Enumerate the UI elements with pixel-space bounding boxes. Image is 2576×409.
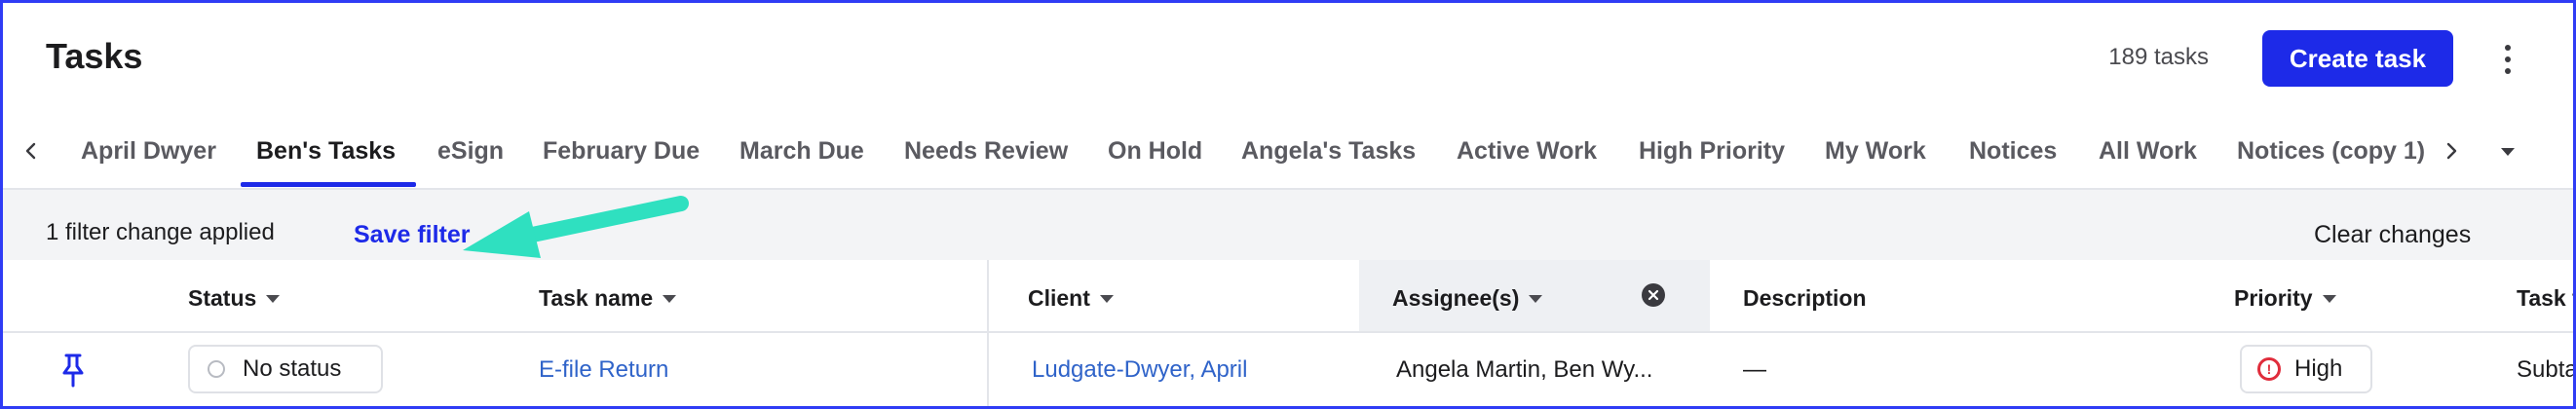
column-task-name[interactable]: Task name xyxy=(539,285,677,312)
table-row[interactable]: No status E-file Return Ludgate-Dwyer, A… xyxy=(3,333,2573,406)
status-dropdown[interactable]: No status xyxy=(188,345,383,393)
tab-april-dwyer[interactable]: April Dwyer xyxy=(81,137,216,166)
task-name-link[interactable]: E-file Return xyxy=(539,356,668,384)
caret-down-icon xyxy=(1529,294,1543,303)
tab-notices[interactable]: Notices xyxy=(1969,137,2057,166)
caret-down-icon xyxy=(1099,294,1114,303)
column-task-type-label: Task t xyxy=(2517,285,2576,311)
priority-value: High xyxy=(2294,355,2343,382)
column-client[interactable]: Client xyxy=(1028,285,1114,312)
caret-down-icon xyxy=(663,294,677,303)
save-filter-button[interactable]: Save filter xyxy=(354,221,471,249)
caret-down-icon xyxy=(266,294,281,303)
column-status[interactable]: Status xyxy=(188,285,281,312)
tab-my-work[interactable]: My Work xyxy=(1825,137,1926,166)
tab-active-work[interactable]: Active Work xyxy=(1457,137,1597,166)
column-task-type[interactable]: Task t xyxy=(2517,285,2576,312)
app-frame: Tasks 189 tasks Create task April Dwyer … xyxy=(0,0,2576,409)
chevron-left-icon[interactable] xyxy=(15,131,48,170)
table-header: Status Task name Client Assignee(s) Desc… xyxy=(3,260,2576,333)
more-options-icon[interactable] xyxy=(2493,38,2522,81)
tab-february-due[interactable]: February Due xyxy=(543,137,700,166)
status-circle-icon xyxy=(208,360,225,378)
page-title: Tasks xyxy=(46,36,143,76)
pin-icon[interactable] xyxy=(59,353,87,388)
caret-down-icon xyxy=(2322,294,2336,303)
column-priority-label: Priority xyxy=(2234,285,2313,311)
client-link[interactable]: Ludgate-Dwyer, April xyxy=(1032,356,1247,384)
column-description-label: Description xyxy=(1743,285,1867,311)
create-task-button[interactable]: Create task xyxy=(2262,30,2453,87)
tab-high-priority[interactable]: High Priority xyxy=(1639,137,1785,166)
tab-bens-tasks[interactable]: Ben's Tasks xyxy=(256,137,396,166)
tab-esign[interactable]: eSign xyxy=(437,137,504,166)
assignees-cell[interactable]: Angela Martin, Ben Wy... xyxy=(1396,356,1652,384)
active-tab-indicator xyxy=(241,182,416,187)
tab-on-hold[interactable]: On Hold xyxy=(1108,137,1202,166)
column-status-label: Status xyxy=(188,285,257,311)
tab-all-work[interactable]: All Work xyxy=(2099,137,2197,166)
close-circle-icon[interactable] xyxy=(1642,283,1665,307)
filter-status-text: 1 filter change applied xyxy=(46,219,275,245)
task-count: 189 tasks xyxy=(2108,44,2209,70)
column-assignees-label: Assignee(s) xyxy=(1392,285,1520,311)
caret-down-icon[interactable] xyxy=(2493,137,2522,167)
tab-angelas-tasks[interactable]: Angela's Tasks xyxy=(1241,137,1416,166)
tabs-bar: April Dwyer Ben's Tasks eSign February D… xyxy=(3,118,2573,190)
alert-circle-icon: ! xyxy=(2257,357,2281,381)
column-priority[interactable]: Priority xyxy=(2234,285,2336,312)
column-assignees[interactable]: Assignee(s) xyxy=(1392,285,1543,312)
description-cell[interactable]: — xyxy=(1743,356,1766,384)
tab-march-due[interactable]: March Due xyxy=(739,137,864,166)
clear-changes-button[interactable]: Clear changes xyxy=(2314,221,2471,249)
tab-needs-review[interactable]: Needs Review xyxy=(904,137,1068,166)
annotation-arrow-icon xyxy=(463,196,689,258)
chevron-right-icon[interactable] xyxy=(2435,131,2468,170)
column-task-name-label: Task name xyxy=(539,285,654,311)
priority-dropdown[interactable]: ! High xyxy=(2240,345,2372,393)
column-client-label: Client xyxy=(1028,285,1090,311)
tab-notices-copy-1[interactable]: Notices (copy 1) xyxy=(2237,137,2425,166)
status-value: No status xyxy=(243,355,342,382)
task-type-cell[interactable]: Subta xyxy=(2517,356,2573,384)
filter-bar: 1 filter change applied Save filter Clea… xyxy=(3,190,2573,260)
column-description[interactable]: Description xyxy=(1743,285,1867,312)
